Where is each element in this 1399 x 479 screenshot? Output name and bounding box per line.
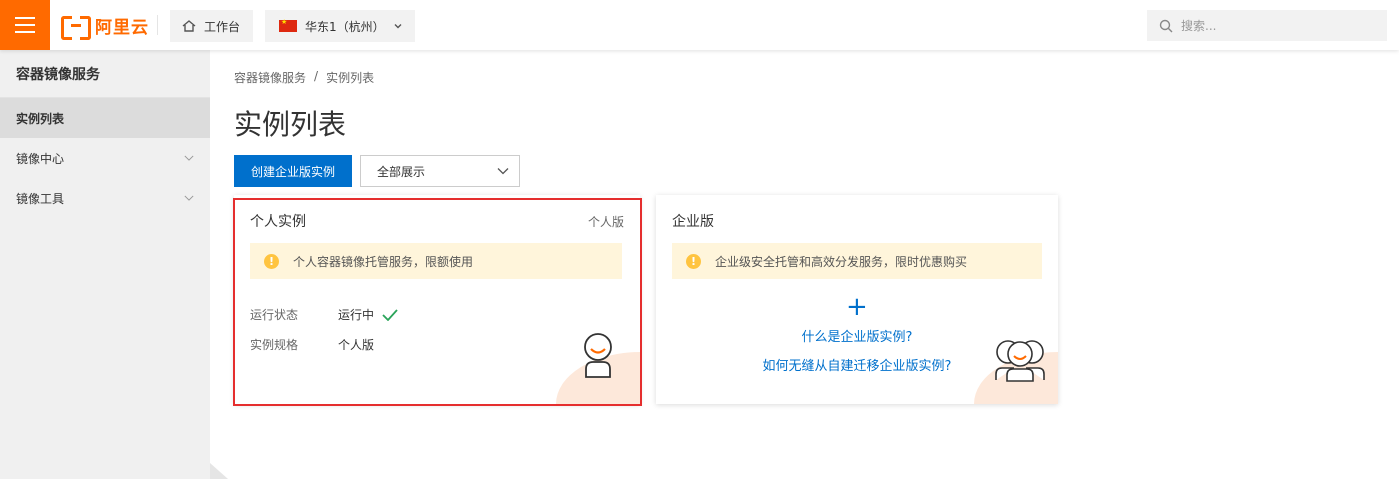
notice-text: 个人容器镜像托管服务，限额使用	[293, 254, 474, 269]
region-selector[interactable]: 华东1（杭州）	[265, 10, 415, 42]
notice-text: 企业级安全托管和高效分发服务，限时优惠购买	[715, 254, 968, 269]
aliyun-logo[interactable]: 阿里云	[61, 14, 149, 40]
search-input[interactable]: 搜索...	[1181, 17, 1216, 34]
sidebar: 容器镜像服务 实例列表 镜像中心 镜像工具	[0, 50, 210, 479]
sidebar-item-instance-list[interactable]: 实例列表	[0, 98, 210, 138]
warning-icon: !	[264, 253, 279, 269]
sidebar-item-label: 镜像工具	[16, 191, 65, 206]
main-content: 容器镜像服务 / 实例列表 实例列表 创建企业版实例 全部展示 个人实例 个人版…	[210, 50, 1399, 479]
add-enterprise-icon[interactable]: +	[846, 294, 868, 320]
chevron-down-icon	[184, 155, 194, 161]
sidebar-item-label: 实例列表	[16, 111, 65, 126]
workbench-label: 工作台	[204, 19, 241, 34]
enterprise-card[interactable]: 企业版 ! 企业级安全托管和高效分发服务，限时优惠购买 + 什么是企业版实例? …	[656, 195, 1058, 404]
spec-row: 实例规格 个人版	[250, 336, 374, 353]
breadcrumb-item-service[interactable]: 容器镜像服务	[234, 69, 306, 86]
chevron-down-icon	[394, 24, 402, 29]
notice-banner: ! 企业级安全托管和高效分发服务，限时优惠购买	[672, 243, 1042, 279]
spec-value: 个人版	[338, 338, 375, 352]
aliyun-logo-icon	[61, 16, 91, 40]
breadcrumb-separator: /	[314, 69, 319, 83]
workbench-button[interactable]: 工作台	[170, 10, 253, 42]
card-title: 个人实例	[250, 214, 306, 230]
filter-select[interactable]: 全部展示	[360, 155, 520, 187]
menu-button[interactable]	[0, 0, 50, 50]
sidebar-item-label: 镜像中心	[16, 151, 65, 166]
check-icon	[382, 308, 398, 321]
page-title: 实例列表	[234, 108, 347, 141]
sidebar-item-image-tools[interactable]: 镜像工具	[0, 178, 210, 218]
logo-text: 阿里云	[95, 17, 149, 38]
personal-instance-card[interactable]: 个人实例 个人版 ! 个人容器镜像托管服务，限额使用 运行状态 运行中 实例规格…	[234, 195, 640, 404]
logo-divider	[157, 15, 158, 35]
team-icon	[995, 340, 1045, 382]
sidebar-item-image-center[interactable]: 镜像中心	[0, 138, 210, 178]
status-row: 运行状态 运行中	[250, 306, 398, 323]
spec-label: 实例规格	[250, 338, 299, 352]
notice-banner: ! 个人容器镜像托管服务，限额使用	[250, 243, 622, 279]
filter-select-value: 全部展示	[377, 164, 426, 179]
breadcrumb-item-current: 实例列表	[326, 71, 375, 85]
chevron-down-icon	[184, 195, 194, 201]
search-icon	[1159, 19, 1173, 32]
search-box[interactable]: 搜索...	[1147, 10, 1387, 41]
chevron-down-icon	[497, 168, 509, 175]
person-icon	[584, 333, 612, 378]
status-label: 运行状态	[250, 308, 299, 322]
edition-tag: 个人版	[587, 215, 624, 229]
home-icon	[182, 20, 196, 32]
region-label: 华东1（杭州）	[305, 19, 385, 34]
breadcrumb: 容器镜像服务 / 实例列表	[234, 69, 374, 86]
sidebar-title: 容器镜像服务	[0, 50, 210, 98]
status-value: 运行中	[338, 308, 375, 322]
top-bar: 阿里云 工作台 华东1（杭州） 搜索...	[0, 0, 1399, 50]
card-title: 企业版	[672, 214, 714, 230]
menu-icon	[15, 17, 35, 19]
warning-icon: !	[686, 253, 701, 269]
china-flag-icon	[279, 18, 297, 32]
create-enterprise-instance-button[interactable]: 创建企业版实例	[234, 155, 352, 187]
